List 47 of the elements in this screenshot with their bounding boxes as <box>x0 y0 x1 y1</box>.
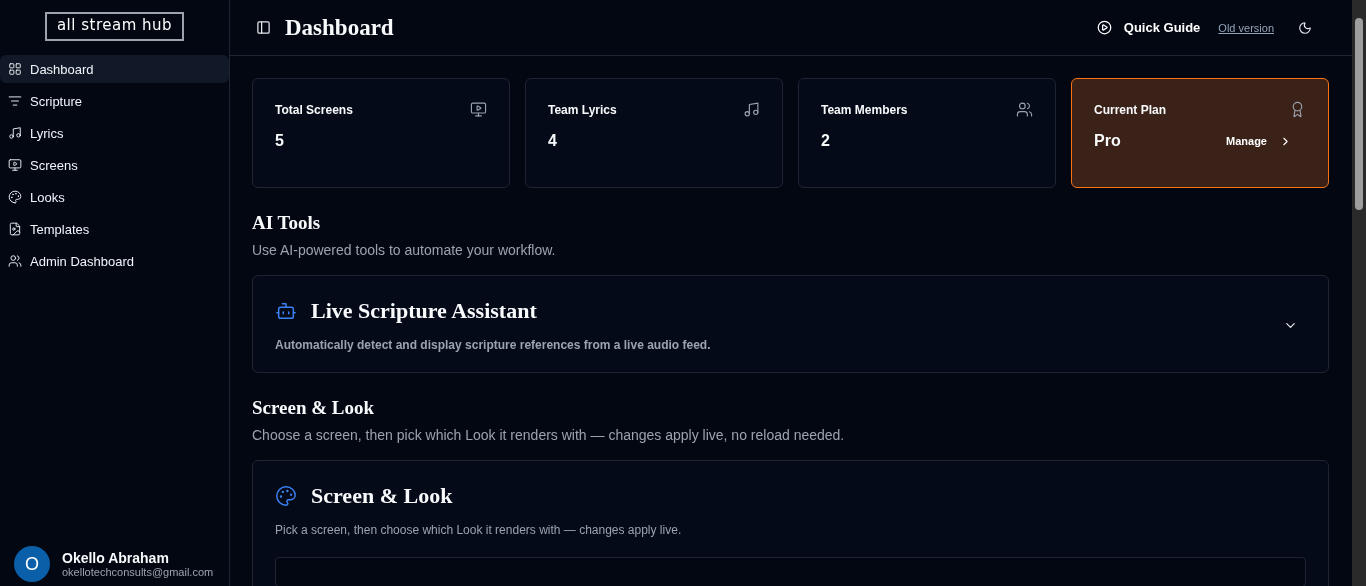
sidebar-item[interactable]: Screens <box>0 151 229 179</box>
section-subtitle: Choose a screen, then pick which Look it renders with — changes apply live, no reload needed. <box>252 427 846 443</box>
sidebar-item[interactable]: Lyrics <box>0 119 229 147</box>
robot-icon <box>275 300 297 322</box>
image-file-icon <box>8 222 22 236</box>
monitor-icon <box>470 101 487 118</box>
card-description: Automatically detect and display scripture references from a live audio feed. <box>275 338 712 352</box>
stat-label: Current Plan <box>1094 102 1166 117</box>
users-icon <box>8 254 22 268</box>
stat-value: 4 <box>548 132 558 150</box>
sidebar-item[interactable]: Admin Dashboard <box>0 247 229 275</box>
card-title: Live Scripture Assistant <box>311 298 537 324</box>
play-icon <box>1096 20 1112 35</box>
plan-name: Pro <box>1094 132 1121 150</box>
palette-icon <box>8 190 22 204</box>
section-title: AI Tools <box>252 212 322 234</box>
sidebar-item[interactable]: Dashboard <box>0 55 229 83</box>
list-icon <box>8 94 22 108</box>
sidebar-item[interactable]: Templates <box>0 215 229 243</box>
palette-icon <box>275 485 297 507</box>
sidebar-item[interactable]: Scripture <box>0 87 229 115</box>
sidebar-item[interactable]: Looks <box>0 183 229 211</box>
users-icon <box>1016 101 1033 118</box>
section-title: Screen & Look <box>252 397 376 419</box>
stat-value: 2 <box>821 132 831 150</box>
user-email: okellotechconsults@gmail.com <box>62 566 214 578</box>
grid-icon <box>8 62 22 76</box>
section-subtitle: Use AI-powered tools to automate your workflow. <box>252 242 557 258</box>
moon-icon[interactable] <box>1298 20 1312 35</box>
scrollbar-thumb[interactable] <box>1355 18 1363 210</box>
old-version-link[interactable]: Old version <box>1218 21 1274 34</box>
logo: all stream hub <box>44 12 185 41</box>
card-description: Pick a screen, then choose which Look it renders with — changes apply live. <box>275 523 683 537</box>
user-name: Okello Abraham <box>62 550 170 566</box>
monitor-icon <box>8 158 22 172</box>
page-title: Dashboard <box>285 14 395 41</box>
stat-label: Team Lyrics <box>548 102 617 117</box>
music-note-icon <box>743 101 760 118</box>
card-title: Screen & Look <box>311 483 453 509</box>
manage-button[interactable]: Manage <box>1226 134 1306 148</box>
stat-label: Total Screens <box>275 102 353 117</box>
user-avatar[interactable]: O <box>14 546 50 582</box>
sidebar-toggle-icon[interactable] <box>256 20 271 35</box>
stat-label: Team Members <box>821 102 908 117</box>
quick-guide-button[interactable]: Quick Guide <box>1096 20 1201 35</box>
music-note-icon <box>8 126 22 140</box>
stat-value: 5 <box>275 132 285 150</box>
